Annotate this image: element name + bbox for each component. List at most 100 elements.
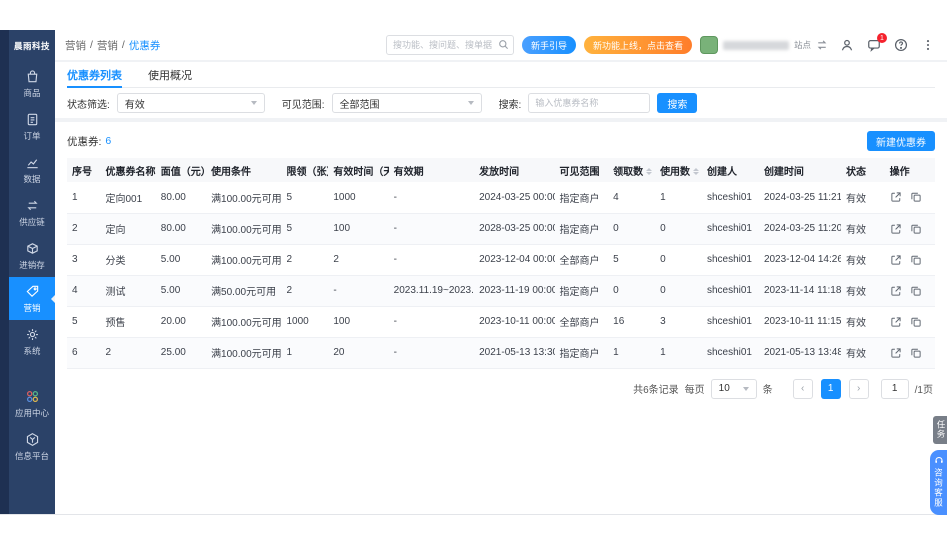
copy-icon[interactable] bbox=[910, 285, 922, 297]
breadcrumb-item[interactable]: 营销 bbox=[65, 38, 86, 53]
coupon-search-input[interactable] bbox=[528, 93, 651, 113]
table-cell: 2 bbox=[281, 275, 329, 307]
table-cell: 满100.00元可用 bbox=[206, 213, 282, 245]
table-cell: 5 bbox=[281, 182, 329, 214]
export-icon[interactable] bbox=[890, 254, 902, 266]
export-icon[interactable] bbox=[890, 191, 902, 203]
page-1-button[interactable]: 1 bbox=[820, 378, 841, 399]
sidebar-item-supply[interactable]: 供应链 bbox=[9, 191, 55, 234]
column-header: 操作 bbox=[884, 158, 935, 182]
table-cell: 2023-11-14 11:18:19 bbox=[758, 275, 842, 307]
table-cell: 20.00 bbox=[155, 306, 207, 338]
status-filter-select[interactable]: 有效 bbox=[116, 93, 265, 113]
table-row: 1 定向001 80.00 满100.00元可用 5 1000-2024-03-25 00… bbox=[67, 182, 935, 214]
brand-logo: 晨雨科技 bbox=[13, 41, 50, 51]
message-badge: 1 bbox=[877, 33, 887, 43]
help-icon[interactable] bbox=[894, 38, 908, 52]
column-header: 限领（张） bbox=[281, 158, 329, 182]
contacts-icon[interactable] bbox=[840, 38, 854, 52]
tab-usage-overview[interactable]: 使用概况 bbox=[148, 62, 192, 87]
table-cell: 指定商户 bbox=[554, 213, 609, 245]
table-row: 3分类5.00满100.00元可用22-2023-12-04 00:00:00全… bbox=[67, 244, 935, 276]
customer-service-button[interactable]: 咨询客服 bbox=[930, 450, 947, 515]
more-menu-icon[interactable] bbox=[921, 38, 935, 52]
table-cell: 满100.00元可用 bbox=[206, 337, 282, 369]
global-search-input[interactable] bbox=[385, 35, 514, 55]
table-cell: shceshi01 bbox=[701, 275, 759, 307]
status-filter-value: 有效 bbox=[124, 99, 145, 111]
page-jump-input[interactable] bbox=[880, 378, 909, 399]
table-cell: shceshi01 bbox=[701, 213, 759, 245]
table-row: 6225.00满100.00元可用120-2021-05-13 13:30:00… bbox=[67, 337, 935, 369]
sidebar-items: 商品订单数据 供应链 进销存营销系统 bbox=[9, 62, 55, 363]
account-area[interactable]: 站点 bbox=[699, 36, 828, 54]
sidebar-item-goods[interactable]: 商品 bbox=[9, 62, 55, 105]
table-cell: 1 bbox=[281, 337, 329, 369]
headset-icon bbox=[934, 457, 943, 463]
table-cell: 2024-03-25 00:00:00 bbox=[474, 182, 555, 214]
guide-button[interactable]: 新手引导 bbox=[521, 36, 576, 54]
table-cell: 2024-03-25 11:20:18 bbox=[758, 213, 842, 245]
chevron-down-icon bbox=[250, 101, 257, 105]
prev-page-button[interactable]: ‹ bbox=[792, 378, 813, 399]
table-cell: - bbox=[388, 182, 475, 214]
table-cell: 测试 bbox=[100, 275, 156, 307]
task-tab[interactable]: 任务 bbox=[933, 416, 947, 444]
sort-icon[interactable] bbox=[693, 168, 700, 176]
sort-icon[interactable] bbox=[646, 168, 653, 176]
messages-icon[interactable]: 1 bbox=[867, 33, 887, 52]
copy-icon[interactable] bbox=[910, 191, 922, 203]
table-cell-actions bbox=[884, 275, 935, 307]
table-cell: 5.00 bbox=[155, 275, 207, 307]
scope-filter-value: 全部范围 bbox=[339, 99, 380, 111]
next-page-button[interactable]: › bbox=[848, 378, 869, 399]
tab-coupon-list[interactable]: 优惠券列表 bbox=[67, 62, 122, 88]
export-icon[interactable] bbox=[890, 285, 902, 297]
sidebar-item-system[interactable]: 系统 bbox=[9, 320, 55, 363]
table-cell: 100 bbox=[328, 306, 389, 338]
sidebar-item-marketing[interactable]: 营销 bbox=[9, 277, 55, 320]
sidebar-item-platform[interactable]: 信息平台 bbox=[9, 425, 55, 468]
switch-site-icon[interactable] bbox=[816, 39, 828, 51]
sidebar-item-app-center[interactable]: 应用中心 bbox=[9, 382, 55, 425]
table-cell: 2 bbox=[328, 244, 389, 276]
table-cell: 100 bbox=[328, 213, 389, 245]
copy-icon[interactable] bbox=[910, 316, 922, 328]
table-cell: 5 bbox=[67, 306, 101, 338]
column-header: 创建人 bbox=[701, 158, 759, 182]
per-page-unit: 条 bbox=[762, 385, 773, 396]
search-button[interactable]: 搜索 bbox=[657, 93, 698, 113]
table-cell: 2 bbox=[67, 213, 101, 245]
breadcrumb-item[interactable]: 营销 bbox=[97, 38, 118, 53]
scope-filter-label: 可见范围: bbox=[281, 99, 325, 111]
copy-icon[interactable] bbox=[910, 347, 922, 359]
sidebar-item-inventory[interactable]: 进销存 bbox=[9, 234, 55, 277]
summary-count: 6 bbox=[105, 135, 112, 147]
sidebar-item-label: 系统 bbox=[23, 345, 41, 356]
sidebar-item-data[interactable]: 数据 bbox=[9, 148, 55, 191]
chart-icon bbox=[25, 155, 40, 170]
export-icon[interactable] bbox=[890, 316, 902, 328]
create-coupon-button[interactable]: 新建优惠券 bbox=[867, 131, 935, 151]
copy-icon[interactable] bbox=[910, 254, 922, 266]
tabs: 优惠券列表 使用概况 bbox=[67, 62, 935, 88]
tag-icon bbox=[25, 284, 40, 299]
avatar[interactable] bbox=[699, 36, 718, 54]
sidebar-item-label: 营销 bbox=[23, 302, 41, 313]
table-cell: 指定商户 bbox=[554, 275, 609, 307]
export-icon[interactable] bbox=[890, 347, 902, 359]
app-center-icon bbox=[25, 389, 40, 404]
scope-filter-select[interactable]: 全部范围 bbox=[331, 93, 482, 113]
per-page-select[interactable]: 10 bbox=[710, 378, 757, 399]
table-cell: 2 bbox=[281, 244, 329, 276]
sidebar-item-label: 订单 bbox=[23, 130, 41, 141]
promo-button[interactable]: 新功能上线，点击查看 bbox=[583, 36, 692, 54]
sidebar-item-orders[interactable]: 订单 bbox=[9, 105, 55, 148]
copy-icon[interactable] bbox=[910, 223, 922, 235]
sidebar-item-label: 信息平台 bbox=[14, 450, 49, 461]
table-cell: 2023-12-04 14:26:21 bbox=[758, 244, 842, 276]
table-cell: shceshi01 bbox=[701, 337, 759, 369]
export-icon[interactable] bbox=[890, 223, 902, 235]
table-body: 1 定向001 80.00 满100.00元可用 5 1000-2024-03-25 00… bbox=[67, 182, 935, 369]
table-cell: 0 bbox=[655, 213, 702, 245]
